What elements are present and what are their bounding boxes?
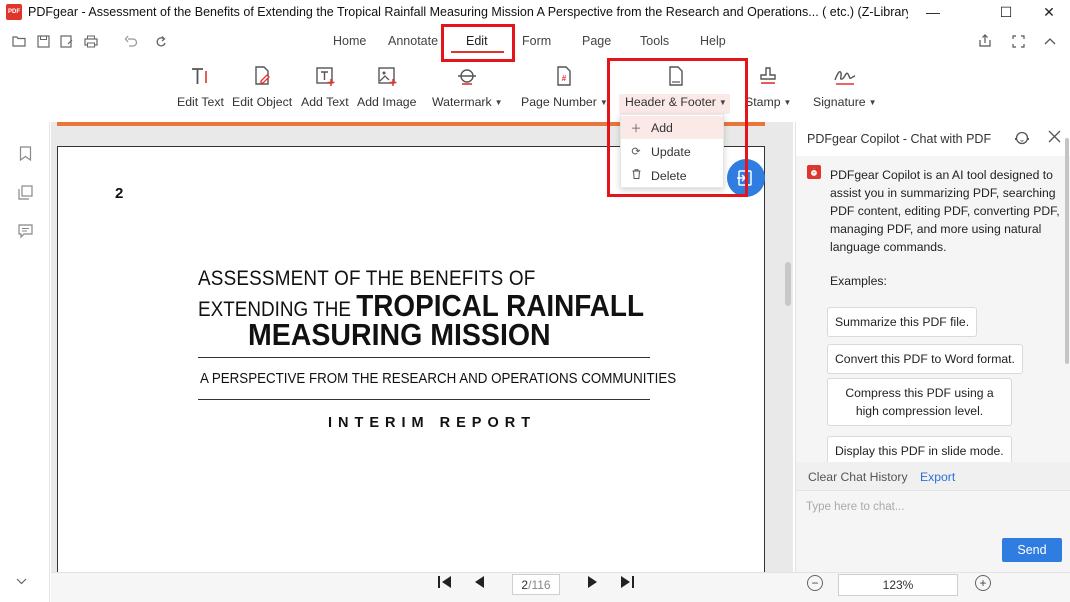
edit-object-label: Edit Object bbox=[232, 95, 293, 109]
edit-object-icon bbox=[250, 64, 274, 88]
tab-help[interactable]: Help bbox=[700, 34, 726, 48]
pdf-rule-bottom bbox=[198, 399, 650, 400]
pdf-subtitle: A PERSPECTIVE FROM THE RESEARCH AND OPER… bbox=[200, 371, 677, 387]
zoom-input[interactable]: 123% bbox=[838, 574, 958, 596]
tab-tools[interactable]: Tools bbox=[640, 34, 669, 48]
examples-label: Examples: bbox=[830, 274, 887, 288]
undo-icon[interactable] bbox=[122, 32, 140, 50]
add-text-label: Add Text bbox=[301, 95, 349, 109]
stamp-label: Stamp ▼ bbox=[745, 95, 792, 109]
copilot-actions: Clear Chat History Export bbox=[796, 462, 1070, 490]
tab-annotate[interactable]: Annotate bbox=[388, 34, 438, 48]
signature-icon bbox=[833, 64, 857, 88]
edit-object-tool[interactable]: Edit Object bbox=[232, 64, 292, 109]
chevron-down-icon[interactable] bbox=[16, 574, 27, 588]
stamp-icon bbox=[756, 64, 780, 88]
example-chip-convert[interactable]: Convert this PDF to Word format. bbox=[827, 344, 1023, 374]
page-number-text: 2 bbox=[115, 185, 124, 202]
bookmark-icon[interactable] bbox=[16, 144, 34, 162]
example-chip-summarize[interactable]: Summarize this PDF file. bbox=[827, 307, 978, 337]
pdf-page[interactable]: 2 ASSESSMENT OF THE BENEFITS OF EXTENDIN… bbox=[57, 146, 765, 572]
zoom-out-icon[interactable]: − bbox=[807, 575, 823, 591]
watermark-label: Watermark ▼ bbox=[432, 95, 503, 109]
chat-input[interactable] bbox=[806, 501, 1061, 513]
edit-text-label: Edit Text bbox=[177, 95, 224, 109]
support-icon[interactable] bbox=[1014, 130, 1030, 150]
copilot-scrollbar[interactable] bbox=[1065, 138, 1069, 364]
example-chip-compress[interactable]: Compress this PDF using a high compressi… bbox=[827, 378, 1012, 426]
send-button[interactable]: Send bbox=[1002, 538, 1062, 562]
copilot-intro-text: PDFgear Copilot is an AI tool designed t… bbox=[830, 168, 1060, 254]
add-text-icon bbox=[313, 64, 337, 88]
first-page-icon[interactable] bbox=[437, 575, 453, 593]
window-title: PDFgear - Assessment of the Benefits of … bbox=[28, 5, 908, 19]
page-number-label: Page Number ▼ bbox=[521, 95, 608, 109]
watermark-tool[interactable]: Watermark ▼ bbox=[432, 64, 503, 109]
copilot-input-area: Send bbox=[796, 490, 1070, 572]
pdf-report-type: INTERIM REPORT bbox=[328, 415, 537, 431]
close-window-button[interactable]: ✕ bbox=[1026, 0, 1070, 24]
print-icon[interactable] bbox=[82, 32, 100, 50]
close-copilot-icon[interactable] bbox=[1048, 130, 1061, 147]
pdf-rule-top bbox=[198, 357, 650, 358]
redo-icon[interactable] bbox=[152, 32, 170, 50]
highlight-edit-tab bbox=[441, 24, 515, 62]
comments-icon[interactable] bbox=[16, 222, 34, 240]
tab-form[interactable]: Form bbox=[522, 34, 551, 48]
app-logo: PDF bbox=[6, 4, 22, 20]
add-text-tool[interactable]: Add Text bbox=[301, 64, 349, 109]
previous-page-icon[interactable] bbox=[473, 575, 485, 593]
last-page-icon[interactable] bbox=[619, 575, 635, 593]
save-as-icon[interactable] bbox=[58, 32, 76, 50]
zoom-in-icon[interactable]: + bbox=[975, 575, 991, 591]
copilot-panel: PDFgear Copilot - Chat with PDF ⏰ PDFgea… bbox=[795, 122, 1070, 572]
page-number-icon: # bbox=[552, 64, 576, 88]
viewer-scrollbar[interactable] bbox=[785, 262, 791, 306]
clear-chat-history-button[interactable]: Clear Chat History bbox=[808, 470, 908, 484]
edit-text-icon bbox=[188, 64, 212, 88]
page-number-tool[interactable]: # Page Number ▼ bbox=[521, 64, 608, 109]
share-icon[interactable] bbox=[976, 32, 994, 50]
export-button[interactable]: Export bbox=[920, 470, 955, 484]
pdf-title-line3: MEASURING MISSION bbox=[248, 317, 551, 352]
edit-text-tool[interactable]: Edit Text bbox=[177, 64, 224, 109]
left-sidebar bbox=[0, 122, 50, 602]
total-pages-text: /116 bbox=[528, 577, 551, 592]
signature-tool[interactable]: Signature ▼ bbox=[813, 64, 877, 109]
tab-page[interactable]: Page bbox=[582, 34, 611, 48]
open-folder-icon[interactable] bbox=[10, 32, 28, 50]
add-image-icon bbox=[375, 64, 399, 88]
copilot-title: PDFgear Copilot - Chat with PDF bbox=[807, 132, 992, 146]
watermark-icon bbox=[455, 64, 479, 88]
next-page-icon[interactable] bbox=[587, 575, 599, 593]
collapse-ribbon-icon[interactable] bbox=[1041, 32, 1059, 50]
copilot-chat-area[interactable]: ⏰ PDFgear Copilot is an AI tool designed… bbox=[796, 156, 1070, 466]
add-image-label: Add Image bbox=[357, 95, 417, 109]
tab-home[interactable]: Home bbox=[333, 34, 366, 48]
signature-label: Signature ▼ bbox=[813, 95, 877, 109]
current-page-value: 2 bbox=[521, 577, 529, 592]
copilot-avatar-icon: ⏰ bbox=[807, 165, 821, 179]
minimize-button[interactable]: — bbox=[910, 0, 956, 24]
maximize-button[interactable]: ☐ bbox=[983, 0, 1029, 24]
page-number-input[interactable]: 2/116 bbox=[512, 574, 560, 595]
fullscreen-icon[interactable] bbox=[1009, 32, 1027, 50]
add-image-tool[interactable]: Add Image bbox=[357, 64, 416, 109]
thumbnails-icon[interactable] bbox=[16, 183, 34, 201]
highlight-header-footer bbox=[607, 58, 748, 197]
copilot-header: PDFgear Copilot - Chat with PDF bbox=[796, 122, 1070, 156]
svg-text:#: # bbox=[562, 74, 567, 83]
stamp-tool[interactable]: Stamp ▼ bbox=[745, 64, 791, 109]
save-icon[interactable] bbox=[34, 32, 52, 50]
